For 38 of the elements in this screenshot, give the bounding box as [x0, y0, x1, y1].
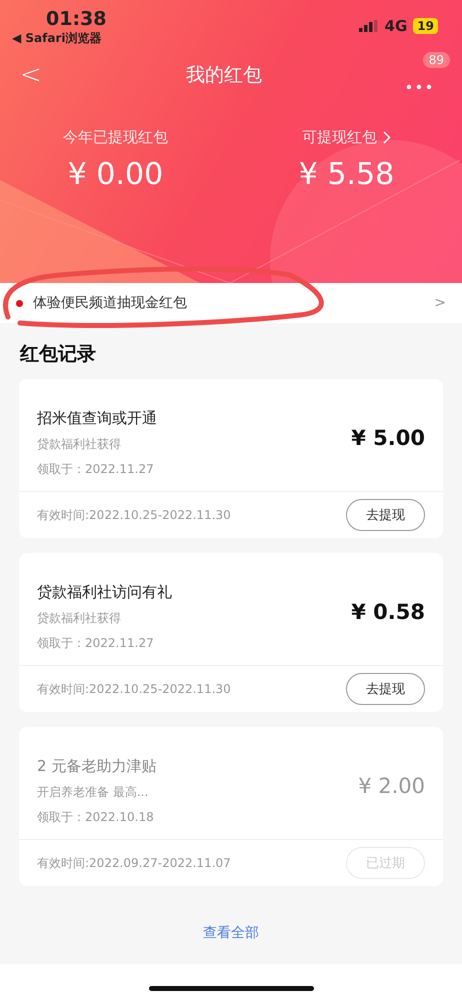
more-icon[interactable]: [406, 84, 432, 90]
validity-period: 有效时间:2022.10.25-2022.11.30: [37, 680, 231, 698]
summary-amount: ¥ 5.58: [298, 157, 394, 192]
withdraw-button[interactable]: 去提现: [346, 673, 425, 705]
bullet-icon: [16, 300, 23, 306]
page-title: 我的红包: [186, 63, 262, 88]
record-title: 2 元备老助力津贴: [37, 756, 156, 776]
withdraw-button[interactable]: 去提现: [346, 499, 425, 531]
home-indicator[interactable]: [148, 986, 314, 990]
summary-label[interactable]: 可提现红包: [302, 128, 391, 147]
record-title: 招米值查询或开通: [37, 408, 157, 428]
summary-label: 今年已提现红包: [63, 128, 168, 147]
record-source: 贷款福利社获得: [37, 610, 122, 626]
signal-icon: [358, 20, 379, 32]
record-date: 领取于：2022.11.27: [37, 634, 155, 652]
validity-period: 有效时间:2022.09.27-2022.11.07: [37, 854, 231, 872]
status-time: 01:38: [46, 8, 106, 30]
record-amount: ¥ 2.00: [358, 774, 425, 798]
record-amount: ¥ 0.58: [351, 600, 425, 624]
chevron-icon: [383, 131, 391, 144]
summary-amount: ¥ 0.00: [68, 157, 164, 192]
promo-banner[interactable]: 体验便民频道抽现金红包 >: [0, 283, 462, 323]
record-date: 领取于：2022.11.27: [37, 460, 155, 478]
record-source: 贷款福利社获得: [37, 436, 122, 452]
record-amount: ¥ 5.00: [351, 426, 425, 450]
validity-period: 有效时间:2022.10.25-2022.11.30: [37, 506, 231, 524]
network-label: 4G: [384, 17, 408, 35]
section-title: 红包记录: [20, 342, 97, 367]
record-title: 贷款福利社访问有礼: [37, 582, 172, 602]
battery-indicator: 19: [413, 18, 438, 34]
back-button[interactable]: <: [20, 60, 42, 90]
banner-text: 体验便民频道抽现金红包: [33, 294, 188, 312]
record-date: 领取于：2022.10.18: [37, 808, 155, 826]
back-to-app-link[interactable]: ◀ Safari浏览器: [12, 30, 102, 47]
chevron-icon: >: [434, 295, 446, 311]
notification-badge: 89: [422, 52, 450, 68]
view-all-link[interactable]: 查看全部: [203, 924, 259, 942]
record-source: 开启养老准备 最高...: [37, 784, 150, 800]
